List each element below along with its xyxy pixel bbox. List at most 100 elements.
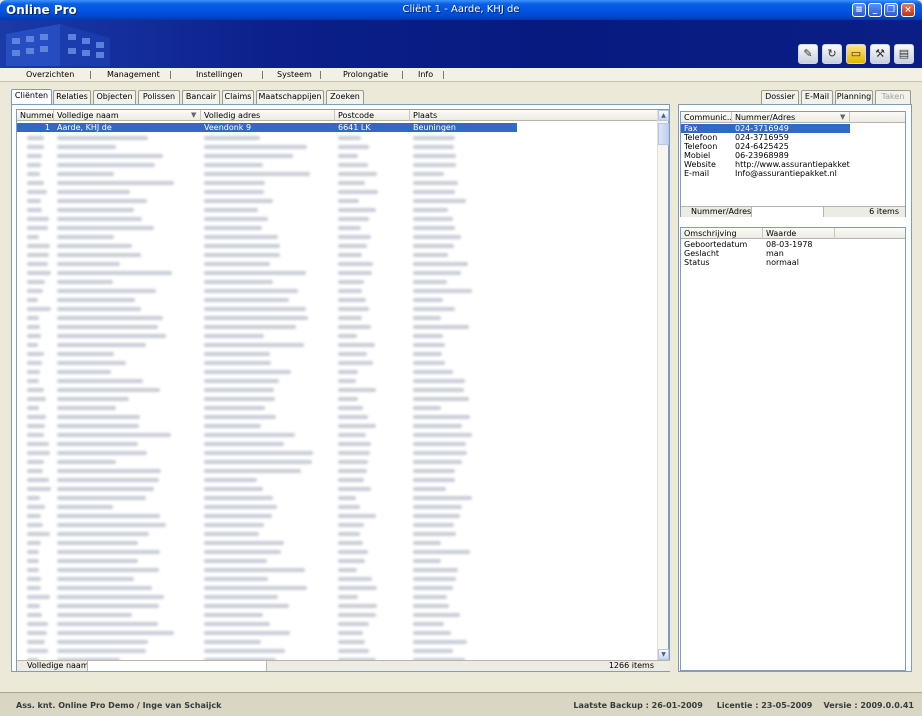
- pencil-icon[interactable]: ✎: [798, 44, 818, 64]
- close-button[interactable]: ×: [901, 3, 915, 17]
- table-row[interactable]: [17, 205, 517, 214]
- tab-clienten[interactable]: Cliënten: [11, 89, 52, 104]
- tab-maatschappijen[interactable]: Maatschappijen: [256, 90, 324, 104]
- table-row[interactable]: [17, 331, 517, 340]
- table-row[interactable]: [17, 556, 517, 565]
- table-row[interactable]: [17, 259, 517, 268]
- menu-systeem[interactable]: Systeem: [277, 70, 312, 79]
- table-row[interactable]: [17, 439, 517, 448]
- book-icon[interactable]: ▤: [894, 44, 914, 64]
- table-row[interactable]: [17, 646, 517, 655]
- tab-dossier[interactable]: Dossier: [761, 90, 799, 104]
- col-volledig-adres[interactable]: Volledig adres: [201, 110, 335, 121]
- table-row[interactable]: [17, 349, 517, 358]
- table-row[interactable]: [17, 232, 517, 241]
- menu-management[interactable]: Management: [107, 70, 160, 79]
- menu-overzichten[interactable]: Overzichten: [26, 70, 74, 79]
- tab-polissen[interactable]: Polissen: [138, 90, 180, 104]
- table-row[interactable]: [17, 241, 517, 250]
- table-row[interactable]: [17, 286, 517, 295]
- table-row[interactable]: [17, 430, 517, 439]
- refresh-icon[interactable]: ↻: [822, 44, 842, 64]
- quick-search-input[interactable]: [87, 661, 267, 671]
- table-row[interactable]: Geboortedatum 08-03-1978: [681, 240, 905, 249]
- table-row[interactable]: Fax 024-3716949: [681, 124, 850, 133]
- tab-objecten[interactable]: Objecten: [93, 90, 136, 104]
- table-row[interactable]: [17, 340, 517, 349]
- table-row[interactable]: [17, 529, 517, 538]
- tools-icon[interactable]: ⚒: [870, 44, 890, 64]
- menu-instellingen[interactable]: Instellingen: [196, 70, 242, 79]
- title-bar[interactable]: Online Pro Cliënt 1 - Aarde, KHJ de ≡ _ …: [0, 0, 922, 20]
- table-row[interactable]: [17, 367, 517, 376]
- table-row[interactable]: [17, 358, 517, 367]
- table-row[interactable]: [17, 574, 517, 583]
- table-row[interactable]: E-mail Info@assurantiepakket.nl: [681, 169, 850, 178]
- table-row[interactable]: [17, 403, 517, 412]
- table-row[interactable]: [17, 250, 517, 259]
- maximize-button[interactable]: ❐: [884, 3, 898, 17]
- table-row[interactable]: [17, 538, 517, 547]
- table-row[interactable]: [17, 142, 517, 151]
- table-row[interactable]: [17, 520, 517, 529]
- table-row[interactable]: [17, 448, 517, 457]
- table-row[interactable]: [17, 394, 517, 403]
- table-row[interactable]: [17, 547, 517, 556]
- table-row[interactable]: [17, 565, 517, 574]
- tab-bancair[interactable]: Bancair: [182, 90, 220, 104]
- table-row[interactable]: [17, 619, 517, 628]
- table-row[interactable]: [17, 475, 517, 484]
- table-row[interactable]: [17, 151, 517, 160]
- table-row[interactable]: [17, 295, 517, 304]
- table-row[interactable]: [17, 484, 517, 493]
- minimize-button[interactable]: _: [868, 3, 882, 17]
- table-row[interactable]: [17, 457, 517, 466]
- col-waarde[interactable]: Waarde: [763, 228, 835, 239]
- table-row[interactable]: [17, 304, 517, 313]
- col-postcode[interactable]: Postcode: [335, 110, 410, 121]
- table-row[interactable]: [17, 313, 517, 322]
- table-row[interactable]: [17, 169, 517, 178]
- col-plaats[interactable]: Plaats: [410, 110, 657, 121]
- scroll-down-icon[interactable]: ▼: [658, 649, 669, 660]
- menu-icon[interactable]: ≡: [852, 3, 866, 17]
- table-row[interactable]: Website http://www.assurantiepakket.nl: [681, 160, 850, 169]
- table-row[interactable]: [17, 277, 517, 286]
- contact-search-input[interactable]: [751, 207, 824, 217]
- table-row[interactable]: Telefoon 024-6425425: [681, 142, 850, 151]
- table-row[interactable]: [17, 592, 517, 601]
- table-row[interactable]: [17, 421, 517, 430]
- tab-taken[interactable]: Taken: [875, 90, 911, 104]
- table-row[interactable]: Telefoon 024-3716959: [681, 133, 850, 142]
- col-nummer[interactable]: Nummer: [17, 110, 54, 121]
- table-row[interactable]: [17, 187, 517, 196]
- table-row[interactable]: [17, 223, 517, 232]
- tab-zoeken[interactable]: Zoeken: [326, 90, 364, 104]
- table-row[interactable]: [17, 178, 517, 187]
- table-row-selected[interactable]: 1 Aarde, KHJ de Veendonk 9 6641 LK Beuni…: [17, 123, 517, 132]
- table-row[interactable]: [17, 628, 517, 637]
- table-row[interactable]: [17, 214, 517, 223]
- menu-info[interactable]: Info: [418, 70, 433, 79]
- table-row[interactable]: [17, 133, 517, 142]
- menu-prolongatie[interactable]: Prolongatie: [343, 70, 388, 79]
- vertical-scrollbar[interactable]: ▲ ▼: [657, 110, 669, 660]
- scroll-thumb[interactable]: [658, 123, 669, 145]
- table-row[interactable]: [17, 412, 517, 421]
- table-row[interactable]: [17, 511, 517, 520]
- col-volledige-naam[interactable]: Volledige naam: [54, 110, 201, 121]
- table-row[interactable]: [17, 502, 517, 511]
- col-nummer-adres[interactable]: Nummer/Adres: [732, 112, 850, 123]
- folder-icon[interactable]: ▭: [846, 44, 866, 64]
- col-communicatie[interactable]: Communic...: [681, 112, 732, 123]
- table-row[interactable]: [17, 493, 517, 502]
- tab-email[interactable]: E-Mail: [801, 90, 833, 104]
- tab-claims[interactable]: Claims: [222, 90, 254, 104]
- table-row[interactable]: [17, 601, 517, 610]
- table-row[interactable]: [17, 466, 517, 475]
- table-row[interactable]: Geslacht man: [681, 249, 905, 258]
- tab-relaties[interactable]: Relaties: [53, 90, 91, 104]
- tab-planning[interactable]: Planning: [835, 90, 873, 104]
- scroll-up-icon[interactable]: ▲: [658, 110, 669, 121]
- table-row[interactable]: [17, 322, 517, 331]
